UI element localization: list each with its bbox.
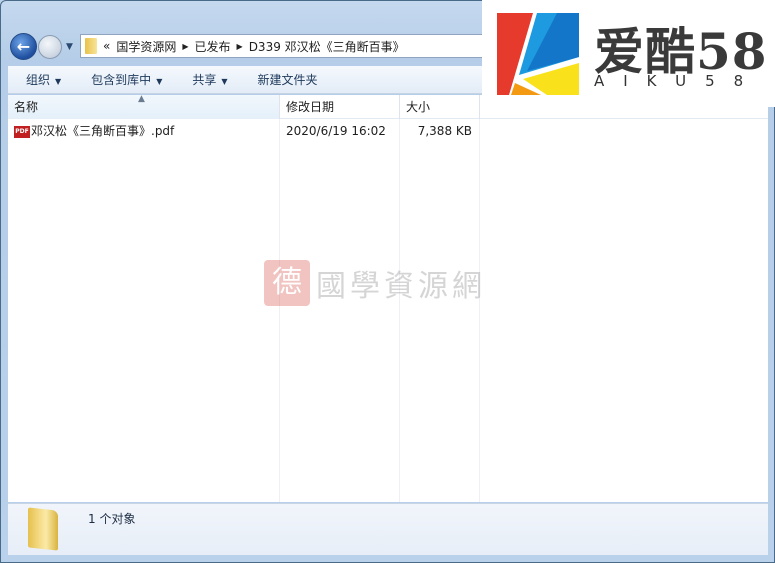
watermark: 德 國學資源網: [264, 260, 486, 306]
aiku58-logo-icon: [497, 13, 579, 95]
caret-down-icon: ▼: [221, 77, 228, 86]
new-folder-button[interactable]: 新建文件夹: [258, 71, 318, 88]
column-header-size[interactable]: 大小: [400, 95, 480, 119]
watermark-seal-icon: 德: [264, 260, 310, 306]
breadcrumb-item[interactable]: 国学资源网: [116, 38, 176, 55]
include-label: 包含到库中: [91, 73, 152, 87]
aiku58-logo: 爱酷58 AIKU58: [482, 0, 775, 107]
organize-button[interactable]: 组织 ▼: [26, 71, 61, 88]
watermark-text: 國學資源網: [316, 269, 486, 304]
column-divider: [279, 119, 280, 502]
file-date: 2020/6/19 16:02: [286, 124, 386, 138]
breadcrumb-item[interactable]: D339 邓汉松《三角断百事》: [249, 38, 405, 55]
include-in-library-button[interactable]: 包含到库中 ▼: [91, 71, 162, 88]
column-name-label: 名称: [14, 100, 39, 114]
address-bar[interactable]: « 国学资源网 ▶ 已发布 ▶ D339 邓汉松《三角断百事》: [80, 34, 492, 58]
file-name: 邓汉松《三角断百事》.pdf: [31, 124, 175, 138]
caret-down-icon: ▼: [156, 77, 163, 86]
file-list: ▲ 名称 修改日期 大小 PDF 邓汉松《三角断百事》.pdf 2020/6/19 …: [8, 94, 768, 502]
caret-down-icon: ▼: [55, 77, 62, 86]
recent-pages-dropdown[interactable]: ▼: [66, 42, 73, 52]
column-divider: [399, 119, 400, 502]
pdf-icon: PDF: [14, 125, 30, 138]
navigation-bar: ← ▼ « 国学资源网 ▶ 已发布 ▶ D339 邓汉松《三角断百事》: [10, 33, 492, 61]
breadcrumb-arrow-icon[interactable]: ▶: [237, 42, 243, 51]
share-button[interactable]: 共享 ▼: [192, 71, 227, 88]
column-header-name[interactable]: ▲ 名称: [8, 94, 280, 119]
details-pane: 1 个对象: [8, 503, 768, 555]
back-button[interactable]: ←: [10, 33, 37, 60]
file-row[interactable]: PDF 邓汉松《三角断百事》.pdf 2020/6/19 16:02 7,388 …: [8, 122, 480, 140]
breadcrumb-item[interactable]: 已发布: [195, 38, 231, 55]
organize-label: 组织: [26, 73, 51, 87]
share-label: 共享: [192, 73, 217, 87]
file-size: 7,388 KB: [417, 124, 472, 138]
column-header-date[interactable]: 修改日期: [280, 95, 400, 119]
sort-ascending-icon: ▲: [138, 94, 145, 104]
breadcrumb-overflow[interactable]: «: [103, 39, 110, 53]
column-divider: [479, 119, 480, 502]
forward-button[interactable]: [38, 35, 62, 59]
item-count: 1 个对象: [88, 512, 136, 526]
breadcrumb-arrow-icon[interactable]: ▶: [182, 42, 188, 51]
folder-icon: [85, 38, 97, 54]
folder-icon: [28, 507, 58, 551]
logo-english-text: AIKU58: [594, 72, 763, 90]
